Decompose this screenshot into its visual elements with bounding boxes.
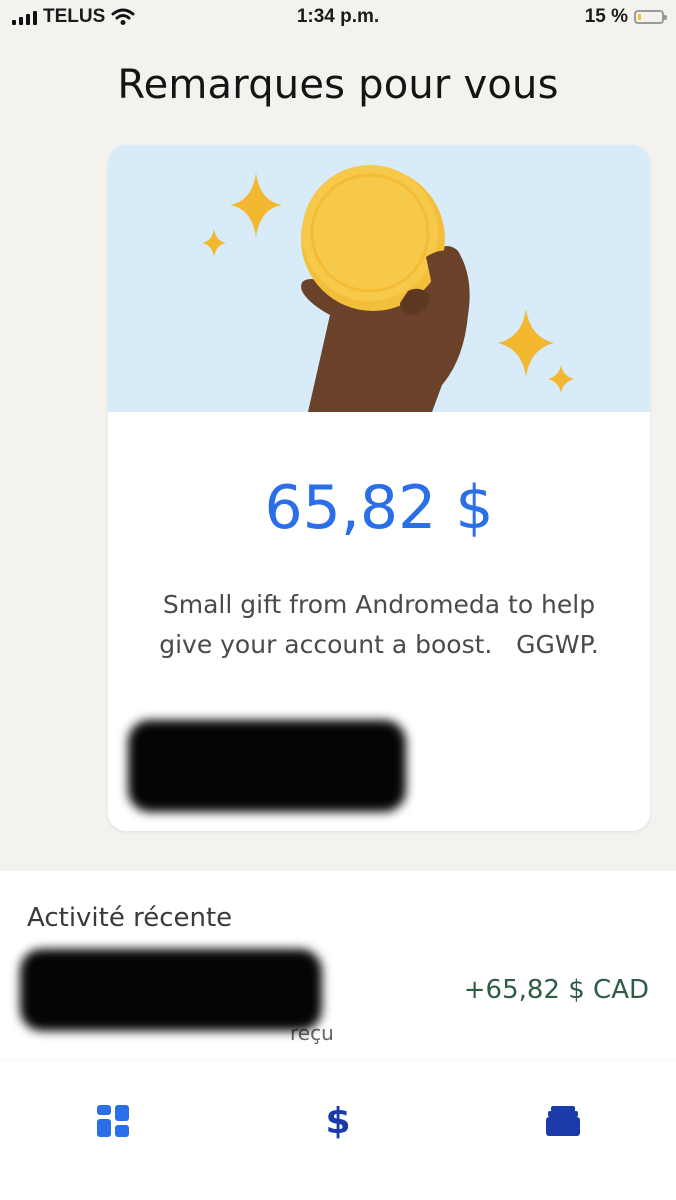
- battery-level: [638, 14, 641, 20]
- battery-percent: 15 %: [584, 6, 628, 27]
- sparkle-icon: [230, 173, 282, 237]
- sparkle-icon: [202, 229, 226, 257]
- tab-payments[interactable]: $: [308, 1091, 368, 1151]
- bottom-tab-bar: $: [0, 1061, 676, 1200]
- clock: 1:34 p.m.: [296, 6, 380, 27]
- recent-activity-section: Activité récente reçu +65,82 $ CAD: [0, 871, 676, 1061]
- dollar-icon: $: [325, 1100, 351, 1142]
- redaction-overlay: [20, 949, 322, 1031]
- tab-home[interactable]: [83, 1091, 143, 1151]
- status-right: 15 %: [584, 6, 667, 28]
- battery-icon: [634, 10, 667, 24]
- gift-amount: 65,82 $: [264, 473, 494, 543]
- gift-message: Small gift from Andromeda to help give y…: [159, 590, 599, 659]
- hand-holding-coin-icon: [202, 165, 574, 412]
- dashboard-grid-icon: [97, 1105, 129, 1137]
- status-bar: TELUS 1:34 p.m. 15 %: [0, 0, 676, 34]
- recent-activity-title: Activité récente: [27, 903, 233, 933]
- card-illustration: [108, 145, 650, 412]
- redaction-overlay: [128, 720, 406, 812]
- gift-card[interactable]: 65,82 $ Small gift from Andromeda to hel…: [108, 145, 650, 831]
- wallet-cards-icon: [546, 1106, 580, 1136]
- tab-wallet[interactable]: [533, 1091, 593, 1151]
- sparkle-icon: [548, 365, 574, 393]
- page-title: Remarques pour vous: [117, 62, 559, 108]
- sparkle-icon: [498, 309, 554, 377]
- activity-amount: +65,82 $ CAD: [463, 975, 649, 1005]
